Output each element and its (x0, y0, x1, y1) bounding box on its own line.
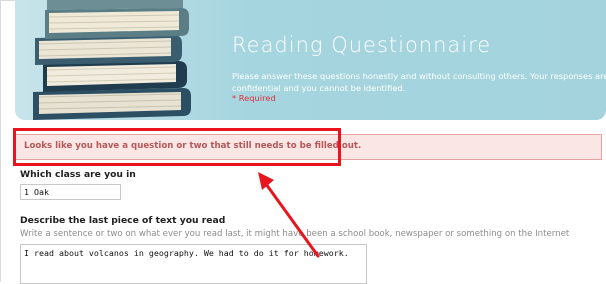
form-title: Reading Questionnaire (232, 33, 492, 57)
form-description: Please answer these questions honestly a… (232, 71, 606, 93)
form-header: Reading Questionnaire Please answer thes… (15, 0, 606, 120)
question-title-class: Which class are you in (20, 169, 136, 180)
required-note: * Required (232, 93, 276, 103)
annotation-arrow-icon (258, 172, 320, 258)
highlight-box (13, 128, 341, 166)
question-title-last-text: Describe the last piece of text you read (20, 215, 226, 226)
class-input[interactable] (20, 184, 121, 200)
books-stack-illustration (33, 0, 191, 120)
